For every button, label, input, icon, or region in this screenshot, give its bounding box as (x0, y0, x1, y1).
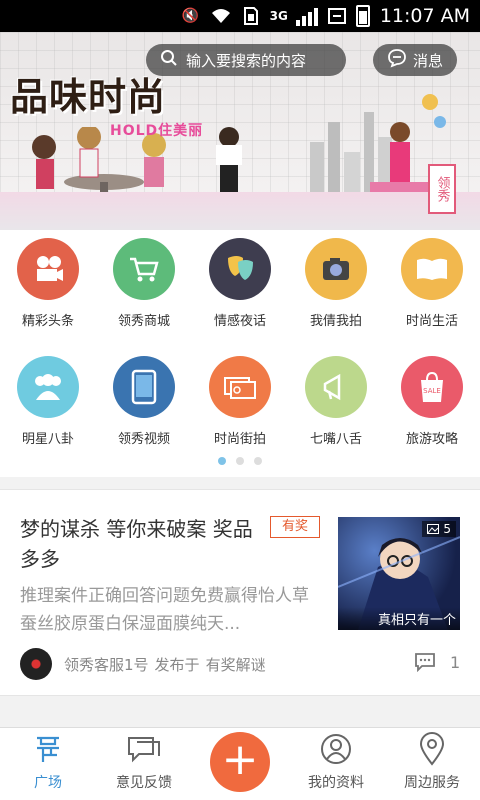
category-label: 七嘴八舌 (309, 432, 362, 447)
category-item-photo[interactable]: 我倩我拍 (288, 238, 384, 329)
category-item-mall[interactable]: 领秀商城 (96, 238, 192, 329)
image-count: 5 (443, 522, 451, 536)
tab-profile[interactable]: 我的资料 (288, 728, 384, 800)
feedback-icon (127, 732, 161, 766)
page-dot (236, 457, 244, 465)
category-item-headlines[interactable]: 精彩头条 (0, 238, 96, 329)
author-avatar[interactable] (20, 648, 52, 680)
mute-icon: 🔇 (181, 8, 200, 24)
author-name[interactable]: 领秀客服1号 (64, 654, 149, 675)
search-bar[interactable]: 输入要搜索的内容 (146, 44, 346, 76)
bottom-tab-bar: 广场 意见反馈 + 我的资料 周边服务 (0, 727, 480, 800)
post-description: 推理案件正确回答问题免费赢得怡人草蚕丝胶原蛋白保湿面膜纯天... (20, 586, 309, 634)
theater-masks-icon (209, 238, 271, 300)
category-label: 时尚街拍 (213, 432, 266, 447)
category-item-travel[interactable]: SALE 旅游攻略 (384, 356, 480, 447)
category-label: 时尚生活 (405, 314, 458, 329)
category-item-gossip[interactable]: 明星八卦 (0, 356, 96, 447)
image-icon (427, 524, 440, 534)
chat-bubble-icon (387, 48, 407, 72)
battery-icon (355, 5, 370, 27)
category-label: 旅游攻略 (405, 432, 458, 447)
megaphone-icon (305, 356, 367, 418)
post-card[interactable]: 梦的谋杀 等你来破案 奖品多多 有奖 推理案件正确回答问题免费赢得怡人草蚕丝胶原… (0, 489, 480, 696)
category-item-lifestyle[interactable]: 时尚生活 (384, 238, 480, 329)
post-thumbnail[interactable]: 5 真相只有一个 (338, 517, 460, 630)
plaza-icon (33, 732, 63, 766)
camera-icon (305, 238, 367, 300)
page-indicator (0, 457, 480, 465)
network-type: 3G (269, 9, 288, 23)
tab-plaza[interactable]: 广场 (0, 728, 96, 800)
category-item-chatter[interactable]: 七嘴八舌 (288, 356, 384, 447)
brand-logo: 品味时尚 (10, 75, 167, 119)
post-title: 梦的谋杀 等你来破案 奖品多多 (20, 517, 253, 571)
status-time: 11:07 AM (379, 5, 470, 27)
location-pin-icon (419, 732, 445, 766)
page-dot-active (218, 457, 226, 465)
tab-feedback[interactable]: 意见反馈 (96, 728, 192, 800)
category-item-video[interactable]: 领秀视频 (96, 356, 192, 447)
tab-add[interactable]: + (192, 728, 288, 800)
search-placeholder: 输入要搜索的内容 (186, 51, 307, 70)
banner-ground (0, 192, 480, 230)
tab-nearby[interactable]: 周边服务 (384, 728, 480, 800)
sim-icon (240, 7, 262, 25)
banner-tag: 领秀 (428, 164, 456, 214)
open-book-icon (401, 238, 463, 300)
promo-banner[interactable]: 品味时尚 HOLD住美丽 领秀 输入要搜索的内容 消息 (0, 32, 480, 230)
tab-label: 我的资料 (308, 775, 364, 791)
category-label: 精彩头条 (21, 314, 74, 329)
category-label: 明星八卦 (21, 432, 74, 447)
comment-count[interactable]: 1 (414, 652, 460, 672)
svg-text:SALE: SALE (423, 387, 441, 395)
people-icon (17, 356, 79, 418)
comment-number: 1 (450, 652, 461, 672)
status-icons: 🔇 3G (180, 5, 370, 27)
category-label: 领秀商城 (117, 314, 170, 329)
signal-icon (295, 6, 318, 26)
published-in-label: 发布于 (154, 655, 200, 674)
post-meta: 领秀客服1号 发布于 有奖解谜 (20, 648, 266, 680)
tablet-icon (113, 356, 175, 418)
category-label: 情感夜话 (213, 314, 266, 329)
page-dot (254, 457, 262, 465)
sale-bag-icon: SALE (401, 356, 463, 418)
ticket-icon (209, 356, 271, 418)
board-name[interactable]: 有奖解谜 (206, 654, 266, 675)
movie-camera-icon (17, 238, 79, 300)
brand-slogan: HOLD住美丽 (110, 123, 204, 139)
category-item-street-snap[interactable]: 时尚街拍 (192, 356, 288, 447)
image-count-badge: 5 (422, 521, 456, 537)
tab-label: 意见反馈 (116, 775, 172, 791)
reward-badge: 有奖 (270, 516, 320, 538)
data-icon (326, 7, 348, 25)
status-bar: 🔇 3G 11:07 AM (0, 0, 480, 32)
category-grid: 精彩头条 领秀商城 情感夜话 我倩我拍 时尚生活 明星八卦 领秀视频 时尚街拍 … (0, 230, 480, 477)
comment-icon (415, 653, 435, 672)
category-item-emotion[interactable]: 情感夜话 (192, 238, 288, 329)
category-label: 我倩我拍 (309, 314, 362, 329)
image-caption: 真相只有一个 (338, 607, 460, 630)
shopping-cart-icon (113, 238, 175, 300)
profile-icon (320, 732, 352, 766)
category-label: 领秀视频 (117, 432, 170, 447)
message-button[interactable]: 消息 (373, 44, 457, 76)
plus-icon[interactable]: + (210, 732, 270, 792)
tab-label: 周边服务 (404, 775, 460, 791)
search-icon (160, 49, 178, 71)
message-label: 消息 (412, 51, 443, 70)
tab-label: 广场 (34, 775, 62, 791)
wifi-icon (210, 7, 232, 25)
